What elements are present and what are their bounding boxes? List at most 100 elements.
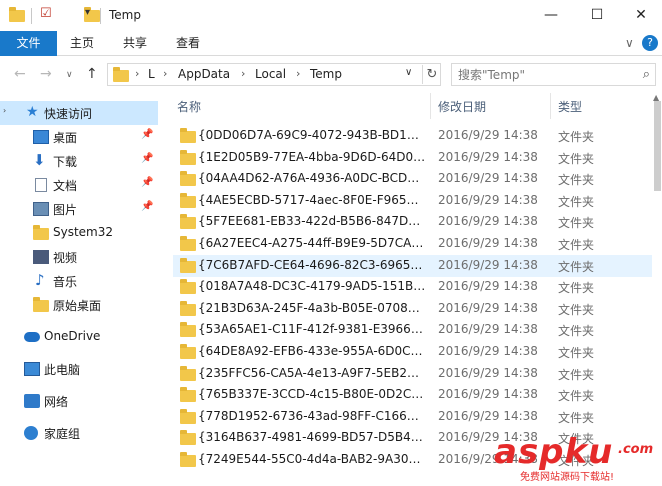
- breadcrumb-temp[interactable]: Temp: [310, 67, 342, 81]
- file-name[interactable]: {3164B637-4981-4699-BD57-D5B4B9...: [198, 430, 426, 444]
- column-header-name[interactable]: 名称: [177, 98, 201, 115]
- breadcrumb-separator-icon[interactable]: ›: [296, 67, 300, 80]
- pin-icon[interactable]: 📌: [141, 177, 153, 188]
- up-arrow-icon[interactable]: ↑: [86, 66, 98, 82]
- refresh-icon[interactable]: ↻: [422, 65, 441, 84]
- file-name[interactable]: {21B3D63A-245F-4a3b-B05E-07082A...: [198, 301, 426, 315]
- folder-icon: [180, 365, 196, 381]
- file-row[interactable]: {53A65AE1-C11F-412f-9381-E396688... 2016/…: [173, 319, 652, 341]
- pin-icon[interactable]: 📌: [141, 153, 153, 164]
- maximize-button[interactable]: ☐: [574, 0, 620, 30]
- search-input[interactable]: [458, 66, 628, 83]
- file-name[interactable]: {1E2D05B9-77EA-4bba-9D6D-64D08F...: [198, 150, 426, 164]
- nav-item-music[interactable]: ♪ 音乐: [0, 269, 158, 293]
- nav-item-downloads[interactable]: ⬇ 下载 📌: [0, 149, 158, 173]
- folder-icon: [33, 225, 49, 240]
- file-name[interactable]: {7C6B7AFD-CE64-4696-82C3-6965F9...: [198, 258, 426, 272]
- file-row[interactable]: {1E2D05B9-77EA-4bba-9D6D-64D08F... 2016/9…: [173, 147, 652, 169]
- file-type: 文件夹: [558, 173, 595, 188]
- expand-chevron-icon[interactable]: ›: [3, 106, 6, 115]
- file-name[interactable]: {018A7A48-DC3C-4179-9AD5-151B55...: [198, 279, 426, 293]
- folder-icon: [180, 214, 196, 230]
- close-button[interactable]: ✕: [618, 0, 662, 30]
- nav-quick-access[interactable]: › ★ 快速访问: [0, 101, 158, 125]
- file-row[interactable]: {5F7EE681-EB33-422d-B5B6-847DE6... 2016/9…: [173, 211, 652, 233]
- folder-icon: [113, 67, 129, 82]
- column-divider[interactable]: [550, 93, 551, 119]
- forward-arrow-icon[interactable]: →: [40, 66, 52, 82]
- file-row[interactable]: {4AE5ECBD-5717-4aec-8F0E-F96546D... 2016/…: [173, 190, 652, 212]
- breadcrumb-separator-icon[interactable]: ›: [163, 67, 167, 80]
- pin-icon[interactable]: 📌: [141, 201, 153, 212]
- nav-homegroup[interactable]: 家庭组: [0, 421, 158, 445]
- cloud-icon: [24, 332, 40, 342]
- nav-item-system32[interactable]: System32: [0, 221, 158, 245]
- file-name[interactable]: {0DD06D7A-69C9-4072-943B-BD13F2...: [198, 128, 426, 142]
- breadcrumb-local[interactable]: Local: [255, 67, 286, 81]
- file-type: 文件夹: [558, 324, 595, 339]
- sort-ascending-icon: ^: [297, 91, 306, 98]
- file-name[interactable]: {5F7EE681-EB33-422d-B5B6-847DE6...: [198, 214, 426, 228]
- file-name[interactable]: {53A65AE1-C11F-412f-9381-E396688...: [198, 322, 426, 336]
- nav-onedrive[interactable]: OneDrive: [0, 325, 158, 349]
- nav-item-videos[interactable]: 视频: [0, 245, 158, 269]
- navigation-pane[interactable]: › ★ 快速访问 桌面 📌 ⬇ 下载 📌 文档 📌 图片 📌 System32 …: [0, 91, 158, 486]
- file-row[interactable]: {018A7A48-DC3C-4179-9AD5-151B55... 2016/9…: [173, 276, 652, 298]
- address-dropdown-chevron-icon[interactable]: ∨: [405, 67, 412, 78]
- window-title: Temp: [109, 8, 141, 22]
- file-row[interactable]: {6A27EEC4-A275-44ff-B9E9-5D7CA3B... 2016/…: [173, 233, 652, 255]
- tab-share[interactable]: 共享: [123, 31, 147, 56]
- file-type: 文件夹: [558, 367, 595, 382]
- file-name[interactable]: {7249E544-55C0-4d4a-BAB2-9A3007...: [198, 452, 426, 466]
- folder-icon: [180, 387, 196, 403]
- breadcrumb-separator-icon[interactable]: ›: [135, 67, 139, 80]
- file-list[interactable]: ^ 名称 修改日期 类型 {0DD06D7A-69C9-4072-943B-BD…: [160, 91, 652, 486]
- file-name[interactable]: {765B337E-3CCD-4c15-B80E-0D2C99...: [198, 387, 426, 401]
- nav-item-desktop[interactable]: 桌面 📌: [0, 125, 158, 149]
- nav-network[interactable]: 网络: [0, 389, 158, 413]
- file-name[interactable]: {6A27EEC4-A275-44ff-B9E9-5D7CA3B...: [198, 236, 426, 250]
- column-header-type[interactable]: 类型: [558, 98, 582, 115]
- file-name[interactable]: {04AA4D62-A76A-4936-A0DC-BCDCD...: [198, 171, 426, 185]
- nav-this-pc[interactable]: 此电脑: [0, 357, 158, 381]
- tab-view[interactable]: 查看: [176, 31, 200, 56]
- recent-locations-chevron-icon[interactable]: ∨: [66, 70, 73, 80]
- file-name[interactable]: {235FFC56-CA5A-4e13-A9F7-5EB2C00...: [198, 366, 426, 380]
- breadcrumb-appdata[interactable]: AppData: [178, 67, 230, 81]
- breadcrumb-separator-icon[interactable]: ›: [241, 67, 245, 80]
- back-arrow-icon[interactable]: ←: [14, 66, 26, 82]
- file-name[interactable]: {4AE5ECBD-5717-4aec-8F0E-F96546D...: [198, 193, 426, 207]
- vertical-scrollbar[interactable]: ▲: [652, 91, 662, 486]
- search-box[interactable]: ⌕: [451, 63, 656, 86]
- file-modified-date: 2016/9/29 14:38: [438, 365, 538, 380]
- breadcrumb-user[interactable]: L: [148, 67, 155, 81]
- nav-item-documents[interactable]: 文档 📌: [0, 173, 158, 197]
- scrollbar-thumb[interactable]: [654, 101, 661, 191]
- tab-file[interactable]: 文件: [0, 31, 57, 56]
- file-row[interactable]: {04AA4D62-A76A-4936-A0DC-BCDCD... 2016/9/…: [173, 168, 652, 190]
- file-row[interactable]: {765B337E-3CCD-4c15-B80E-0D2C99... 2016/9…: [173, 384, 652, 406]
- file-row[interactable]: {64DE8A92-EFB6-433e-955A-6D0C84... 2016/9…: [173, 341, 652, 363]
- minimize-button[interactable]: —: [528, 0, 574, 30]
- column-header-modified[interactable]: 修改日期: [438, 98, 486, 115]
- file-row[interactable]: {7C6B7AFD-CE64-4696-82C3-6965F9... 2016/9…: [173, 254, 652, 277]
- expand-ribbon-chevron-icon[interactable]: ∨: [625, 36, 634, 50]
- tab-home[interactable]: 主页: [70, 31, 94, 56]
- nav-item-original-desktop[interactable]: 原始桌面: [0, 293, 158, 317]
- customize-toolbar-chevron-icon[interactable]: ▾: [85, 7, 90, 18]
- file-row[interactable]: {778D1952-6736-43ad-98FF-C166EA7... 2016/…: [173, 406, 652, 428]
- file-name[interactable]: {64DE8A92-EFB6-433e-955A-6D0C84...: [198, 344, 426, 358]
- search-icon[interactable]: ⌕: [643, 67, 650, 82]
- nav-item-pictures[interactable]: 图片 📌: [0, 197, 158, 221]
- column-divider[interactable]: [430, 93, 431, 119]
- folder-icon: [180, 408, 196, 424]
- file-row[interactable]: {21B3D63A-245F-4a3b-B05E-07082A... 2016/9…: [173, 298, 652, 320]
- help-icon[interactable]: ?: [642, 35, 658, 51]
- watermark-tagline: 免费网站源码下载站!: [520, 472, 615, 483]
- pin-icon[interactable]: 📌: [141, 129, 153, 140]
- file-row[interactable]: {235FFC56-CA5A-4e13-A9F7-5EB2C00... 2016/…: [173, 363, 652, 385]
- properties-checkmark-icon[interactable]: ☑: [40, 6, 52, 21]
- address-bar[interactable]: › L › AppData › Local › Temp ∨ ↻: [107, 63, 441, 86]
- file-row[interactable]: {0DD06D7A-69C9-4072-943B-BD13F2... 2016/9…: [173, 125, 652, 147]
- file-name[interactable]: {778D1952-6736-43ad-98FF-C166EA7...: [198, 409, 426, 423]
